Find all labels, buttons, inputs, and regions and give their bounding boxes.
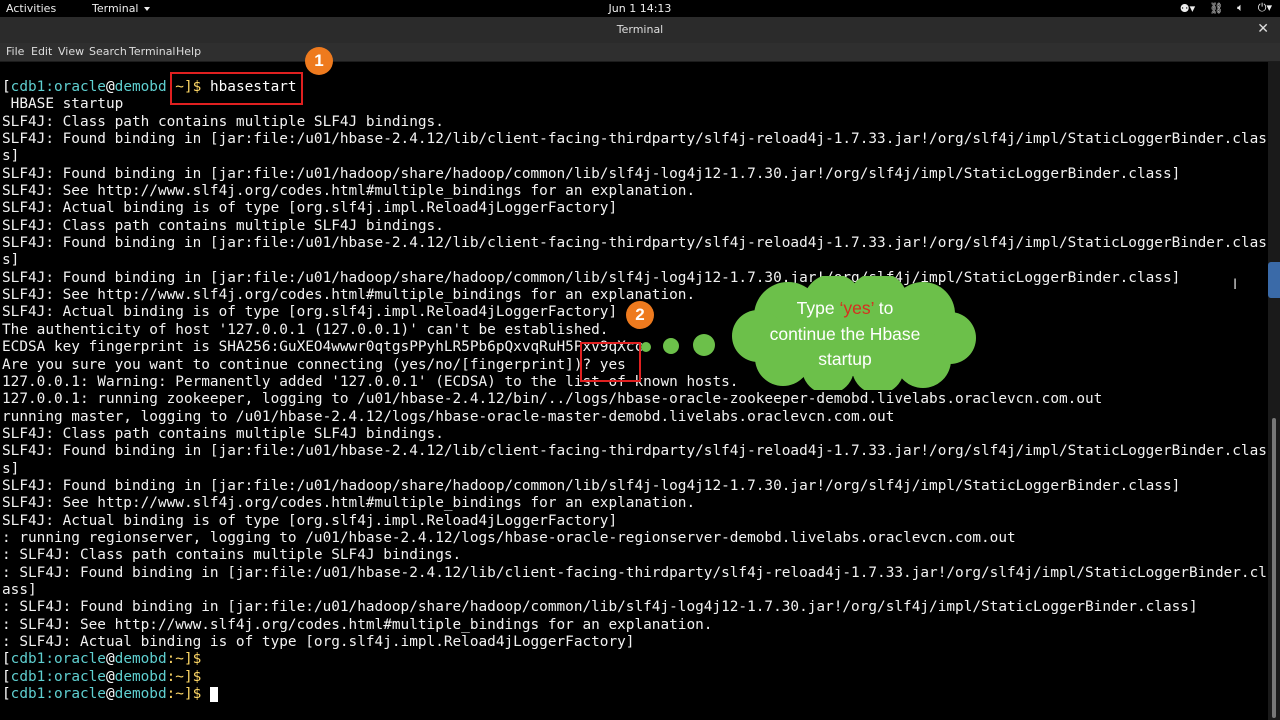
system-tray[interactable]: ⚉▾ ⛓ 🔈︎ ⏻▾	[1180, 1, 1272, 15]
menu-edit[interactable]: Edit	[31, 45, 52, 58]
volume-icon[interactable]: 🔈︎	[1237, 1, 1244, 15]
side-panel-handle[interactable]	[1268, 262, 1280, 298]
chevron-down-icon	[144, 7, 150, 11]
network-icon[interactable]: ⛓	[1209, 2, 1223, 15]
terminal-text: [cdb1:oracle@demobd:~]$ hbasestart HBASE…	[2, 79, 1267, 703]
menu-terminal[interactable]: Terminal	[129, 45, 176, 58]
window-title: Terminal	[616, 23, 664, 36]
callout-keyword: ‘yes’	[839, 298, 874, 318]
activities-button[interactable]: Activities	[6, 2, 56, 15]
close-icon[interactable]: ✕	[1257, 21, 1269, 37]
menu-view[interactable]: View	[58, 45, 84, 58]
command-highlight-box	[170, 72, 303, 105]
scrollbar-thumb[interactable]	[1272, 418, 1276, 718]
step-2-badge: 2	[626, 301, 654, 329]
terminal-output[interactable]: [cdb1:oracle@demobd:~]$ hbasestart HBASE…	[0, 62, 1268, 720]
menu-help[interactable]: Help	[176, 45, 201, 58]
accessibility-icon[interactable]: ⚉▾	[1180, 2, 1195, 15]
power-icon[interactable]: ⏻▾	[1258, 1, 1272, 15]
callout-dot-large	[693, 334, 715, 356]
menu-bar: File Edit View Search Terminal Help	[0, 43, 1280, 62]
app-menu-label: Terminal	[92, 2, 139, 15]
window-title-bar[interactable]: Terminal ✕	[0, 17, 1280, 43]
text-cursor-icon: I	[1233, 277, 1238, 293]
callout-dot-medium	[663, 338, 679, 354]
clock[interactable]: Jun 1 14:13	[0, 2, 1280, 15]
callout-dot-small	[641, 342, 651, 352]
menu-search[interactable]: Search	[89, 45, 127, 58]
terminal-cursor	[209, 687, 218, 703]
callout-text: Type ‘yes’ to continue the Hbase startup	[769, 298, 921, 369]
yes-highlight-box	[580, 342, 641, 382]
app-menu-button[interactable]: Terminal	[92, 2, 150, 15]
gnome-top-bar: Activities Terminal Jun 1 14:13 ⚉▾ ⛓ 🔈︎ …	[0, 0, 1280, 17]
menu-file[interactable]: File	[6, 45, 24, 58]
step-1-badge: 1	[305, 47, 333, 75]
